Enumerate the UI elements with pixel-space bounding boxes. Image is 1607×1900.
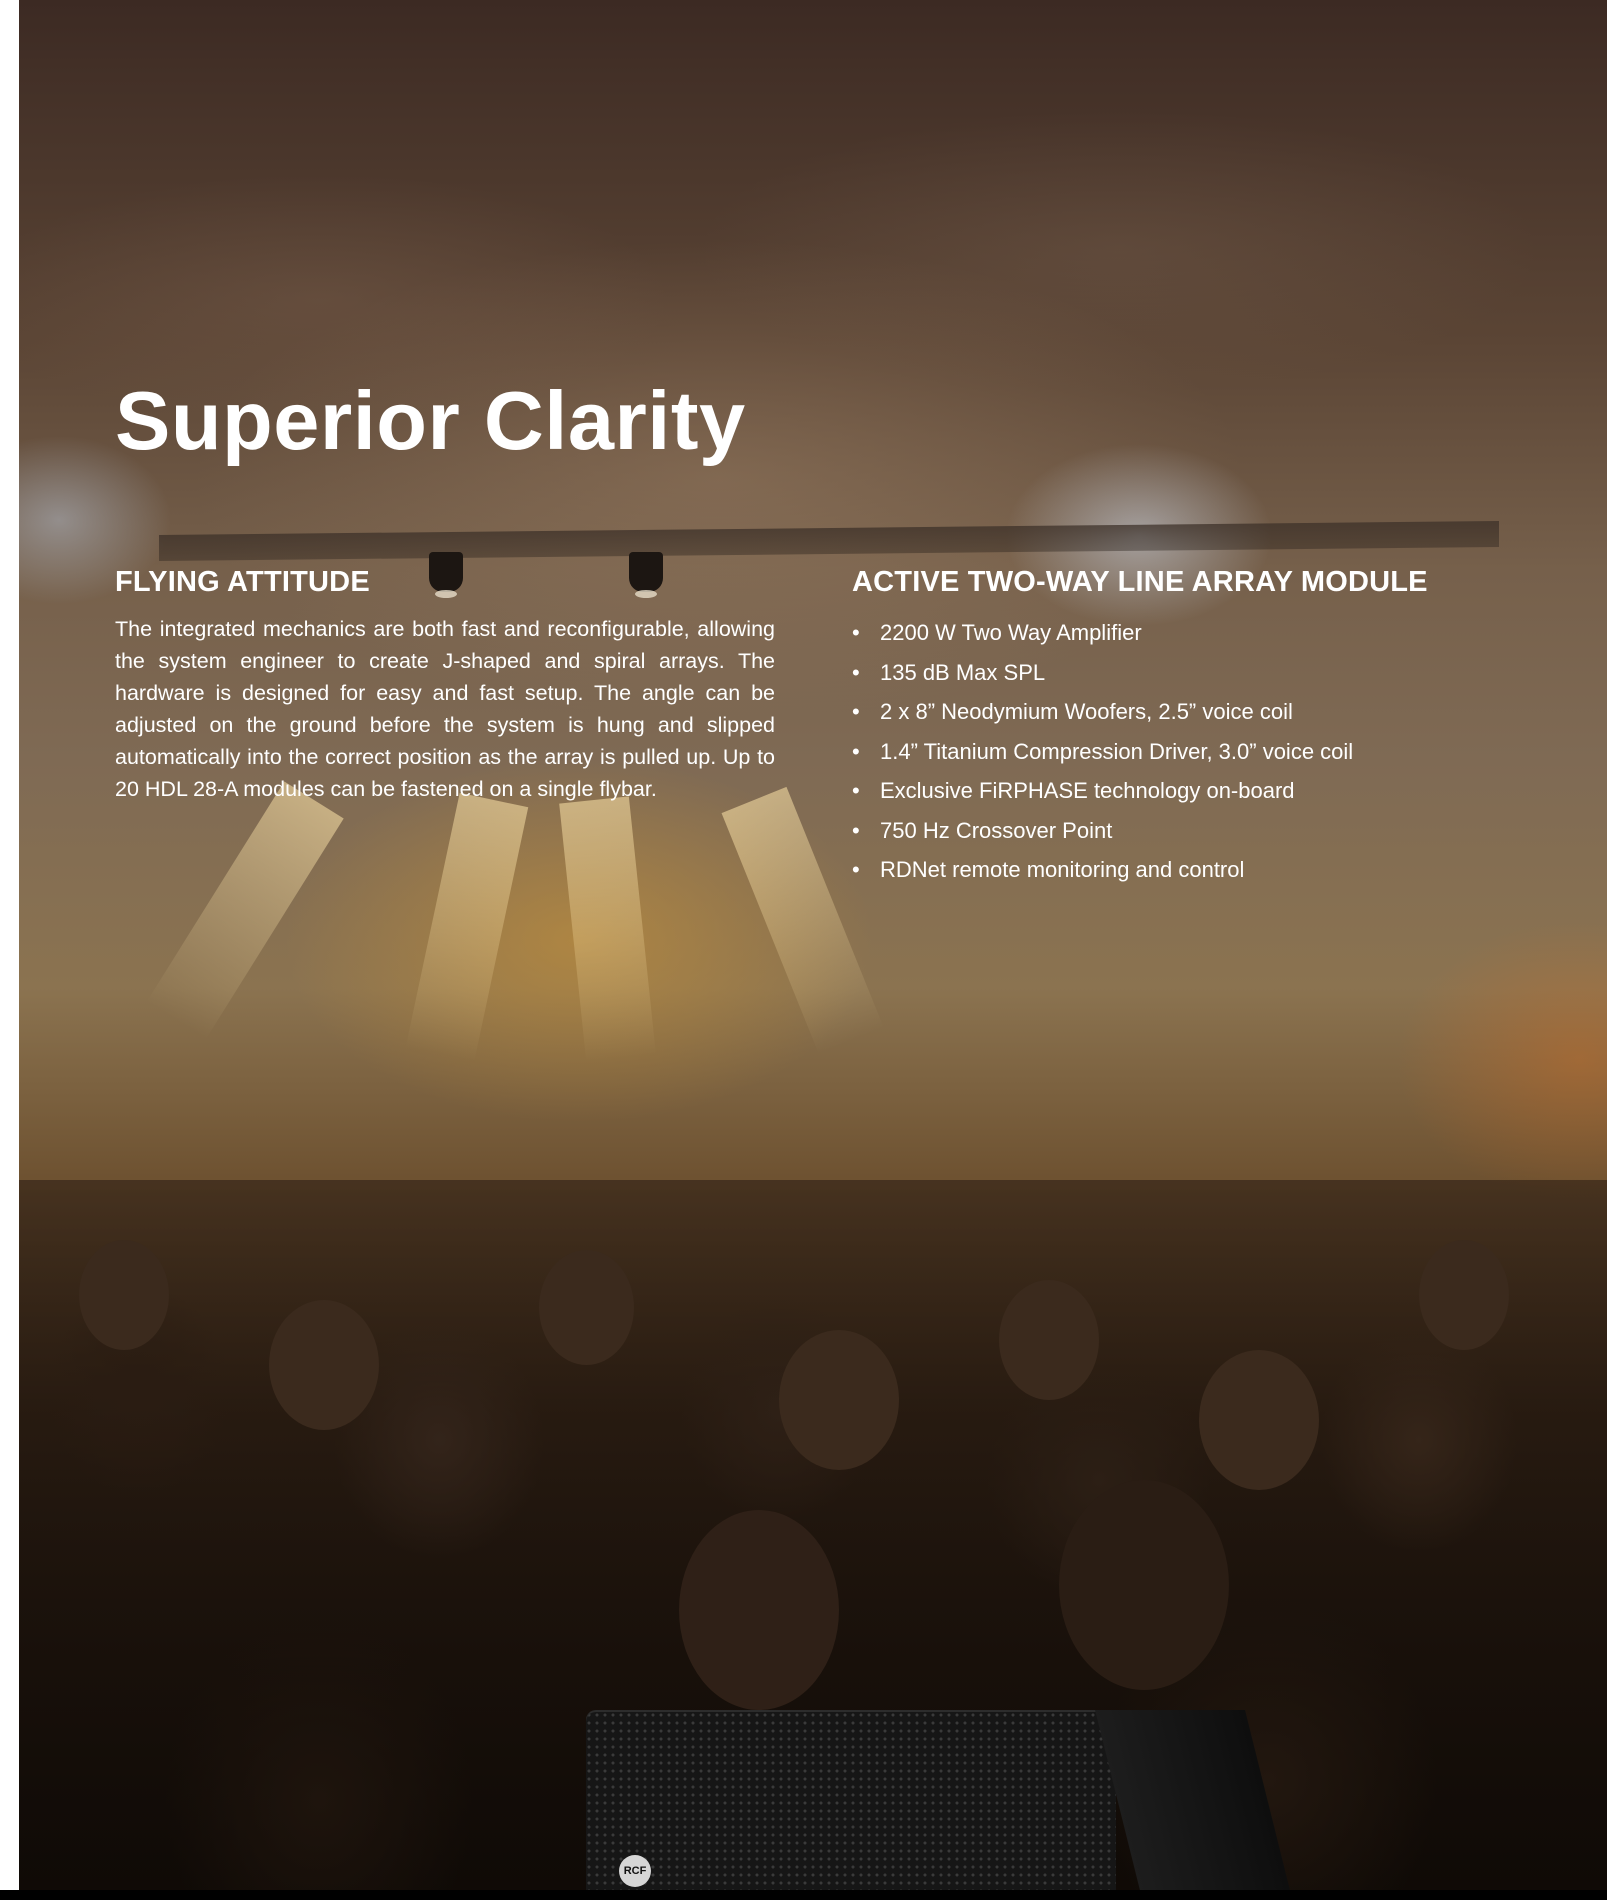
section-heading: ACTIVE TWO-WAY LINE ARRAY MODULE <box>852 566 1428 598</box>
feature-item: 135 dB Max SPL <box>852 653 1572 693</box>
audience-head <box>539 1250 634 1365</box>
bottom-bar <box>0 1890 1607 1900</box>
audience-head <box>1199 1350 1319 1490</box>
line-array-speaker <box>586 1712 1116 1900</box>
audience-head <box>79 1240 169 1350</box>
stage-backdrop <box>319 880 719 990</box>
feature-item: 2200 W Two Way Amplifier <box>852 613 1572 653</box>
audience-head <box>1419 1240 1509 1350</box>
audience-head <box>679 1510 839 1710</box>
audience-head <box>1059 1480 1229 1690</box>
section-heading: FLYING ATTITUDE <box>115 566 370 598</box>
section-body: The integrated mechanics are both fast a… <box>115 617 775 802</box>
concert-background-photo: RCF <box>19 0 1607 1900</box>
flying-attitude-section: FLYING ATTITUDE The integrated mechanics… <box>115 566 775 805</box>
line-array-features-section: ACTIVE TWO-WAY LINE ARRAY MODULE 2200 W … <box>852 566 1572 890</box>
feature-item: 750 Hz Crossover Point <box>852 811 1572 851</box>
feature-item: RDNet remote monitoring and control <box>852 850 1572 890</box>
feature-item: Exclusive FiRPHASE technology on-board <box>852 771 1572 811</box>
audience-head <box>269 1300 379 1430</box>
feature-list: 2200 W Two Way Amplifier 135 dB Max SPL … <box>852 613 1572 890</box>
audience-head <box>999 1280 1099 1400</box>
rcf-logo-icon: RCF <box>619 1855 651 1887</box>
feature-item: 1.4” Titanium Compression Driver, 3.0” v… <box>852 732 1572 772</box>
audience-head <box>779 1330 899 1470</box>
feature-item: 2 x 8” Neodymium Woofers, 2.5” voice coi… <box>852 692 1572 732</box>
page-title: Superior Clarity <box>115 374 746 467</box>
